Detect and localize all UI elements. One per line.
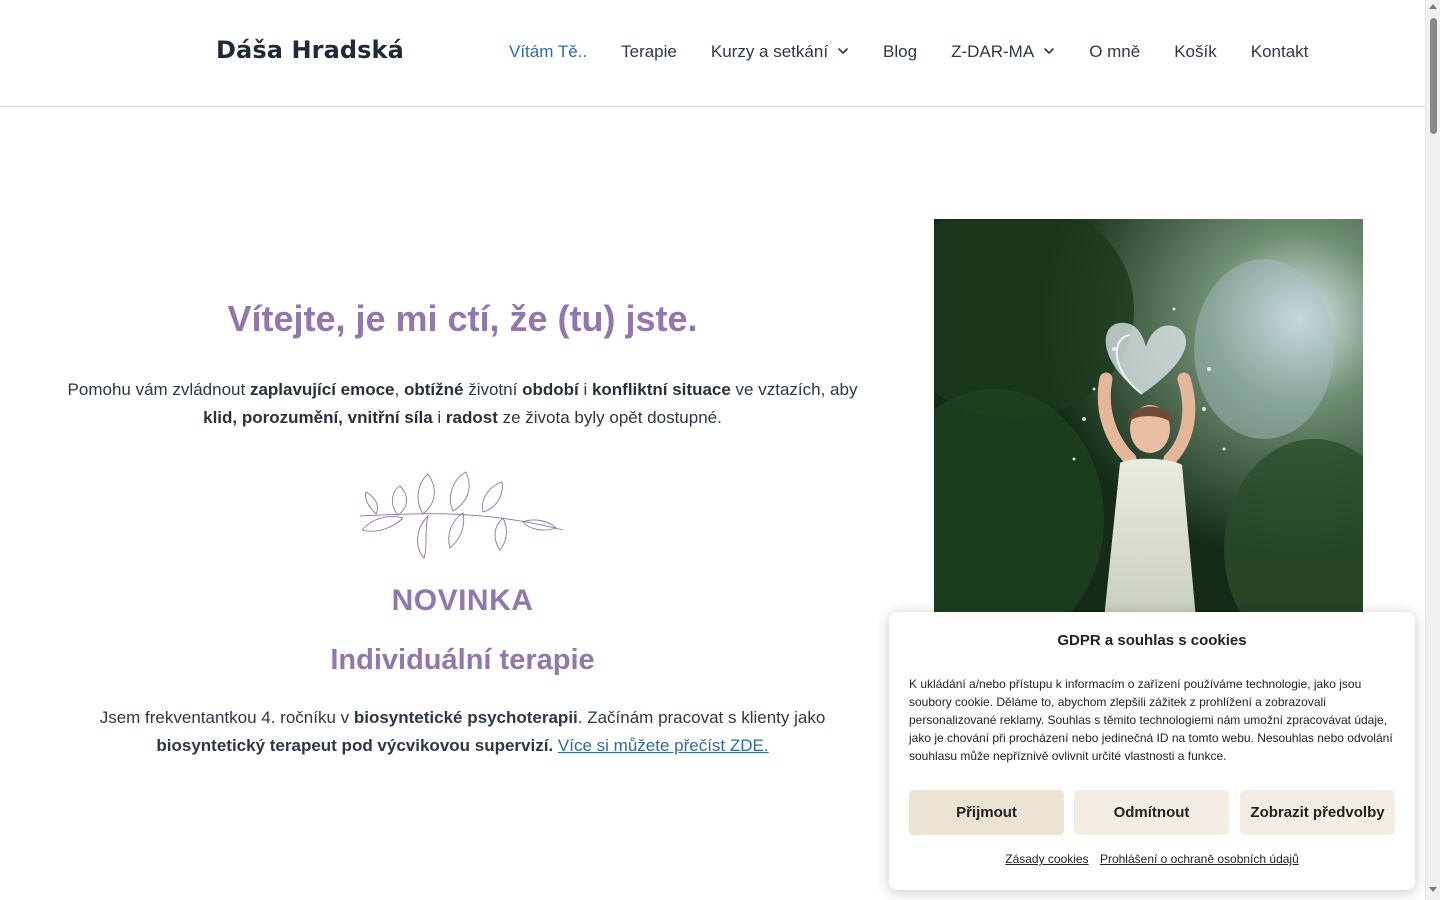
text-bold: konfliktní situace (591, 380, 731, 399)
nav-label: Kontakt (1250, 42, 1309, 61)
cookie-policy-link[interactable]: Zásady cookies (1005, 852, 1088, 866)
hero-photo (934, 219, 1363, 619)
news-subtitle: Individuální terapie (330, 644, 595, 676)
nav-item-vitam-te[interactable]: Vítám Tě.. (509, 42, 587, 62)
text-run: životní (463, 380, 523, 399)
nav-item-terapie[interactable]: Terapie (621, 42, 677, 62)
text-run: . Začínám pracovat s klienty jako (577, 708, 826, 727)
nav-label: O mně (1089, 42, 1141, 61)
woman-splashing-water-image (934, 219, 1363, 619)
nav-item-kontakt[interactable]: Kontakt (1251, 42, 1309, 62)
nav-label: Z-DAR-MA (951, 42, 1035, 61)
text-bold: období (522, 380, 579, 399)
text-bold: zaplavující emoce (249, 380, 395, 399)
text-bold: biosyntetické psychoterapii (353, 708, 578, 727)
text-run: Jsem frekventantkou 4. ročníku v (99, 708, 354, 727)
site-header: Dáša Hradská Vítám Tě.. Terapie Kurzy a … (0, 0, 1425, 107)
privacy-policy-link[interactable]: Prohlášení o ochraně osobních údajů (1100, 852, 1299, 866)
chevron-down-icon (1044, 48, 1054, 54)
nav-label: Vítám Tě.. (509, 42, 588, 61)
scroll-thumb[interactable] (1430, 18, 1437, 134)
hero-title: Vítejte, je mi ctí, že (tu) jste. (227, 298, 698, 339)
leaf-branch-icon (359, 471, 564, 559)
cookie-consent-dialog: GDPR a souhlas s cookies K ukládání a/ne… (889, 612, 1415, 890)
nav-label: Košík (1174, 42, 1217, 61)
scroll-down-arrow-icon[interactable] (1429, 887, 1437, 892)
page-scrollbar[interactable] (1425, 0, 1440, 900)
nav-label: Blog (883, 42, 918, 61)
chevron-down-icon (838, 48, 848, 54)
text-run: ve vztazích, aby (730, 380, 858, 399)
news-badge: NOVINKA (391, 584, 534, 617)
main-nav: Vítám Tě.. Terapie Kurzy a setkání Blog … (509, 42, 1308, 62)
text-run: ze života byly opět dostupné. (497, 408, 722, 427)
cookie-text: K ukládání a/nebo přístupu k informacím … (909, 677, 1393, 763)
scroll-up-arrow-icon[interactable] (1429, 4, 1437, 9)
site-logo[interactable]: Dáša Hradská (216, 36, 404, 64)
nav-item-o-mne[interactable]: O mně (1089, 42, 1140, 62)
text-run: i (578, 380, 592, 399)
cookie-links: Zásady cookies Prohlášení o ochraně osob… (889, 852, 1415, 866)
read-more-link[interactable]: Více si můžete přečíst ZDE. (558, 736, 769, 755)
cookie-title: GDPR a souhlas s cookies (1057, 632, 1247, 649)
text-run: Pomohu vám zvládnout (67, 380, 250, 399)
text-bold: biosyntetický terapeut pod výcvikovou su… (156, 736, 554, 755)
nav-item-zdarma[interactable]: Z-DAR-MA (951, 42, 1055, 62)
nav-label: Kurzy a setkání (710, 42, 829, 61)
nav-label: Terapie (621, 42, 677, 61)
hero-text: Pomohu vám zvládnout zaplavující emoce, … (50, 376, 875, 432)
text-run: i (432, 408, 446, 427)
text-bold: radost (445, 408, 498, 427)
text-run: , (394, 380, 404, 399)
news-text: Jsem frekventantkou 4. ročníku v biosynt… (80, 704, 845, 760)
deny-cookies-button[interactable]: Odmítnout (1074, 790, 1229, 835)
nav-item-blog[interactable]: Blog (883, 42, 917, 62)
nav-item-kurzy[interactable]: Kurzy a setkání (711, 42, 849, 62)
show-preferences-button[interactable]: Zobrazit předvolby (1240, 790, 1395, 835)
accept-cookies-button[interactable]: Přijmout (909, 790, 1064, 835)
nav-item-kosik[interactable]: Košík (1174, 42, 1217, 62)
text-bold: obtížné (403, 380, 464, 399)
text-bold: klid, porozumění, vnitřní síla (203, 408, 433, 427)
